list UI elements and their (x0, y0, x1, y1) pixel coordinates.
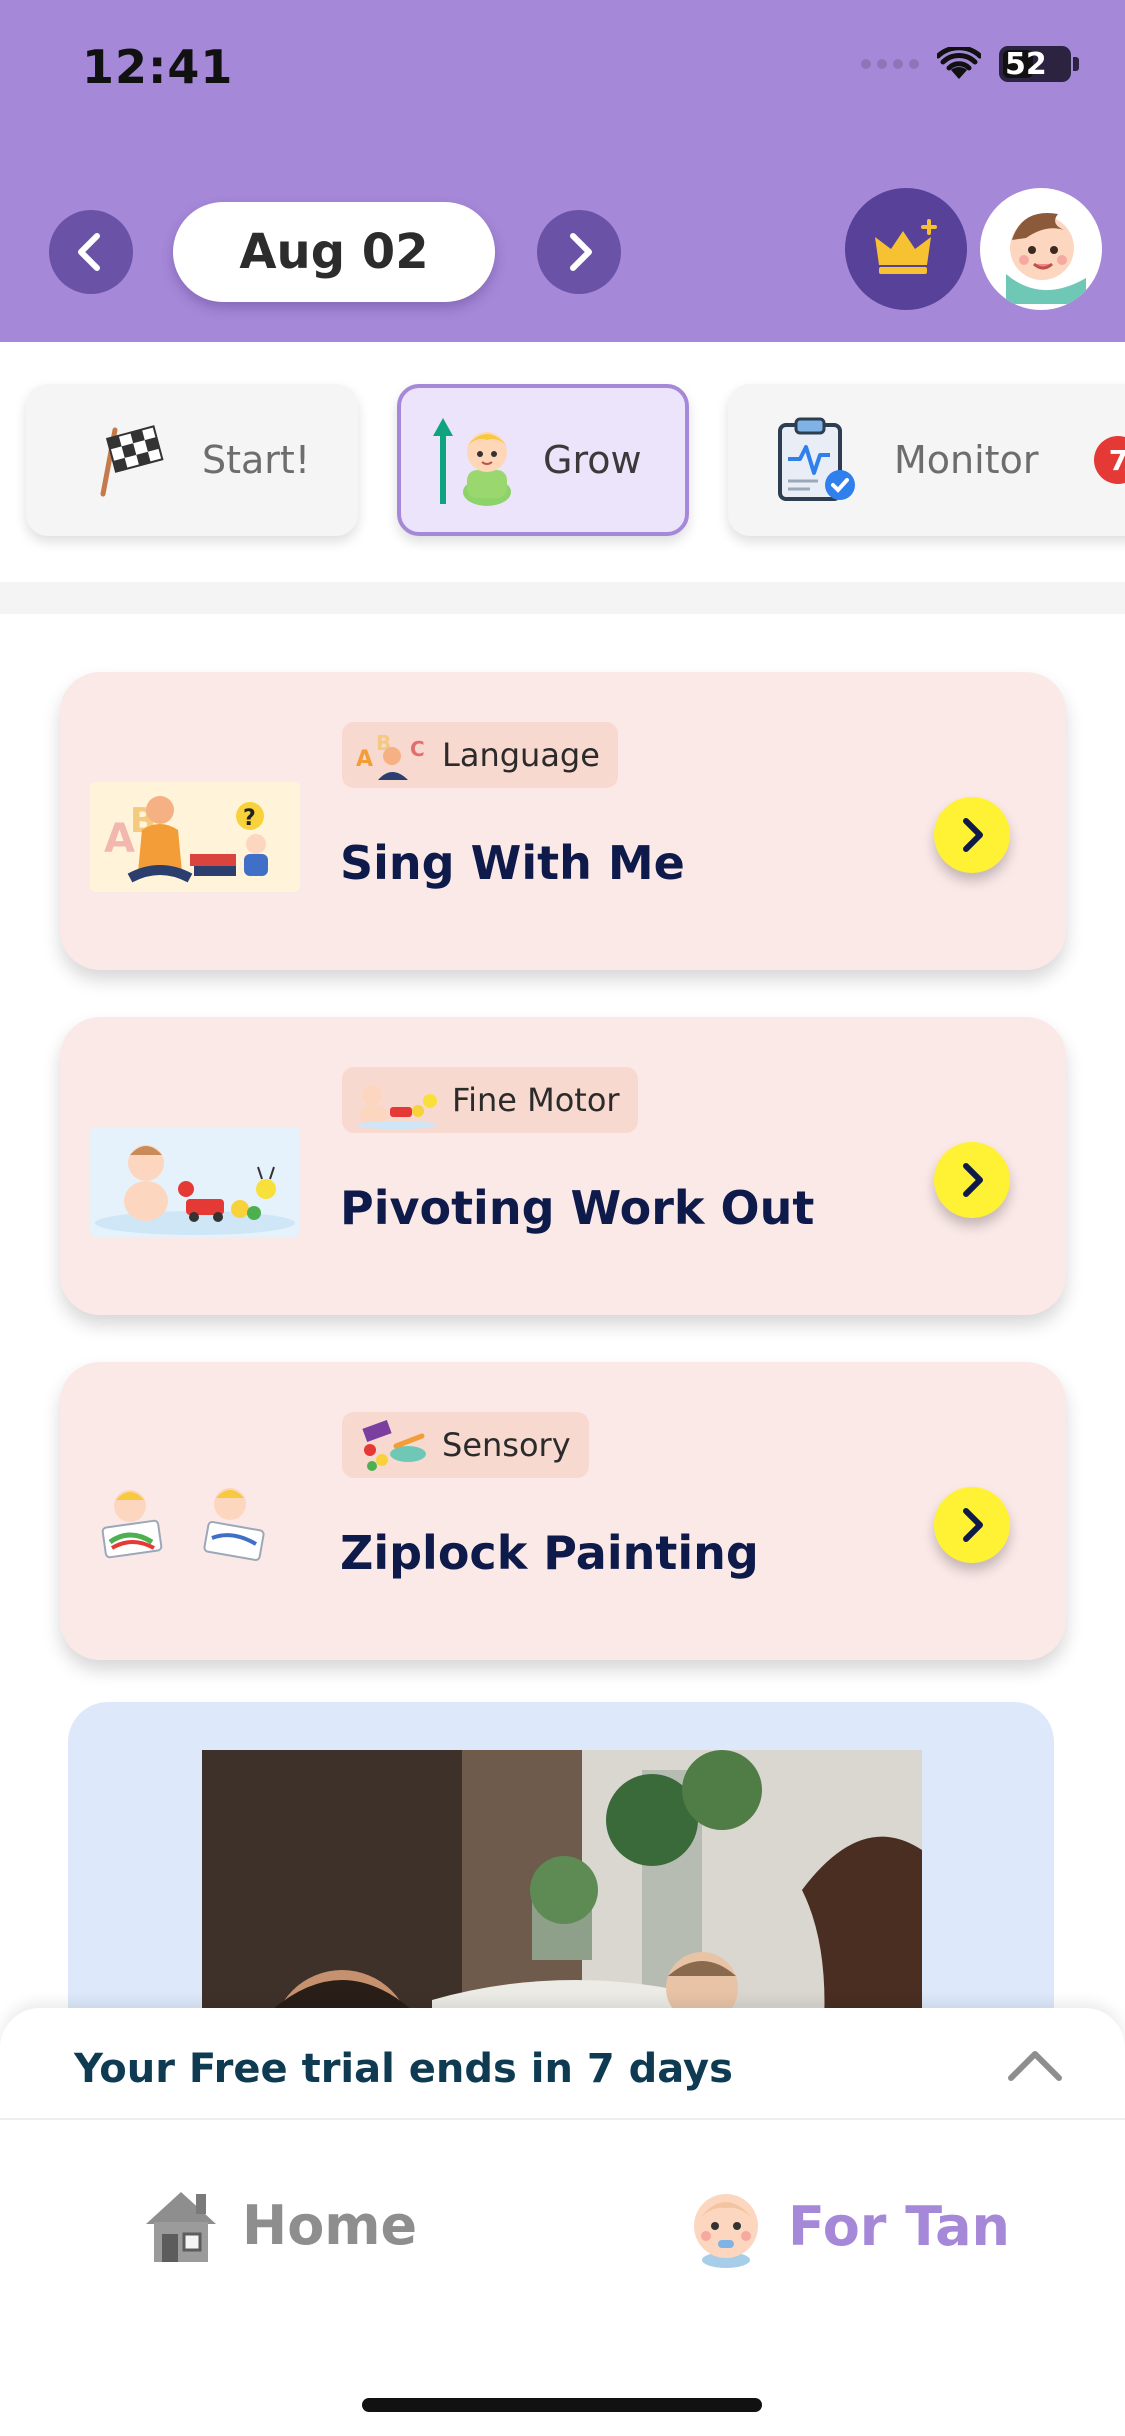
chevron-left-icon (78, 233, 100, 271)
chevron-right-icon (963, 818, 983, 852)
baby-playing-toys-icon (90, 1127, 300, 1237)
wifi-icon (937, 47, 981, 79)
date-selector[interactable]: Aug 02 (173, 202, 495, 302)
child-avatar-button[interactable] (980, 188, 1102, 310)
tab-grow[interactable]: Grow (397, 384, 689, 536)
chevron-right-icon (570, 233, 592, 271)
category-label: Language (442, 736, 600, 774)
bottom-navigation: Home For Tan (0, 2120, 1125, 2436)
activity-thumbnail (90, 1127, 300, 1237)
current-date: Aug 02 (239, 224, 429, 280)
category-label: Sensory (442, 1426, 571, 1464)
chevron-up-icon[interactable] (1007, 2044, 1063, 2084)
status-icons: 52 (861, 46, 1079, 82)
category-chip: A B C Language (342, 722, 618, 788)
home-indicator (362, 2398, 762, 2412)
section-tabs: Start! Grow Monitor 7 (0, 342, 1125, 582)
category-chip: Fine Motor (342, 1067, 638, 1133)
paint-supplies-icon (362, 1419, 426, 1471)
nav-home-label: Home (242, 2193, 418, 2257)
battery-level: 52 (1005, 46, 1047, 82)
open-activity-button[interactable] (934, 797, 1010, 873)
checkered-flag-icon (100, 425, 164, 497)
open-activity-button[interactable] (934, 1487, 1010, 1563)
next-day-button[interactable] (537, 210, 621, 294)
svg-text:?: ? (243, 806, 256, 831)
family-photo-icon (202, 1750, 922, 2042)
status-time: 12:41 (82, 40, 234, 94)
tab-start-label: Start! (202, 438, 311, 482)
chevron-right-icon (963, 1163, 983, 1197)
prev-day-button[interactable] (49, 210, 133, 294)
notification-badge: 7 (1094, 436, 1125, 484)
tab-grow-label: Grow (543, 438, 642, 482)
section-divider (0, 582, 1125, 614)
activity-title: Pivoting Work Out (340, 1181, 815, 1235)
svg-text:C: C (410, 737, 425, 761)
activity-card-sing-with-me[interactable]: A B C ? A B C Language Sing With Me (60, 672, 1066, 970)
activity-thumbnail (90, 1472, 300, 1582)
abc-letters-icon: A B C (356, 731, 425, 780)
app-header: 12:41 52 Aug 02 (0, 0, 1125, 342)
trial-banner[interactable]: Your Free trial ends in 7 days (0, 2008, 1125, 2120)
activity-thumbnail: A B C ? (90, 782, 300, 892)
premium-button[interactable] (845, 188, 967, 310)
baby-painting-icon (90, 1472, 300, 1582)
promo-card[interactable] (68, 1702, 1054, 2042)
nav-for-tan[interactable]: For Tan (684, 2184, 1010, 2268)
clipboard-check-icon (778, 417, 855, 501)
trial-banner-text: Your Free trial ends in 7 days (74, 2046, 733, 2092)
category-label: Fine Motor (452, 1081, 620, 1119)
svg-text:A: A (356, 747, 373, 772)
baby-face-icon (694, 2194, 758, 2268)
nav-home[interactable]: Home (140, 2184, 417, 2266)
activity-title: Ziplock Painting (340, 1526, 759, 1580)
tab-start[interactable]: Start! (26, 384, 358, 536)
tab-monitor-label: Monitor (894, 438, 1039, 482)
activity-card-ziplock-painting[interactable]: Sensory Ziplock Painting (60, 1362, 1066, 1660)
battery-icon: 52 (999, 46, 1079, 82)
family-photo-illustration (202, 1750, 922, 2042)
chevron-right-icon (963, 1508, 983, 1542)
crown-plus-icon (875, 219, 937, 274)
baby-avatar-icon (1006, 213, 1086, 304)
activity-card-pivoting-work-out[interactable]: Fine Motor Pivoting Work Out (60, 1017, 1066, 1315)
category-chip: Sensory (342, 1412, 589, 1478)
nav-for-tan-label: For Tan (788, 2194, 1010, 2258)
growth-baby-icon (433, 418, 511, 506)
open-activity-button[interactable] (934, 1142, 1010, 1218)
house-icon (146, 2192, 216, 2262)
activity-title: Sing With Me (340, 836, 685, 890)
cellular-signal-icon (861, 59, 919, 69)
baby-toys-icon (357, 1085, 437, 1129)
reading-family-icon: A B C ? (90, 782, 300, 892)
tab-monitor[interactable]: Monitor 7 (728, 384, 1125, 536)
